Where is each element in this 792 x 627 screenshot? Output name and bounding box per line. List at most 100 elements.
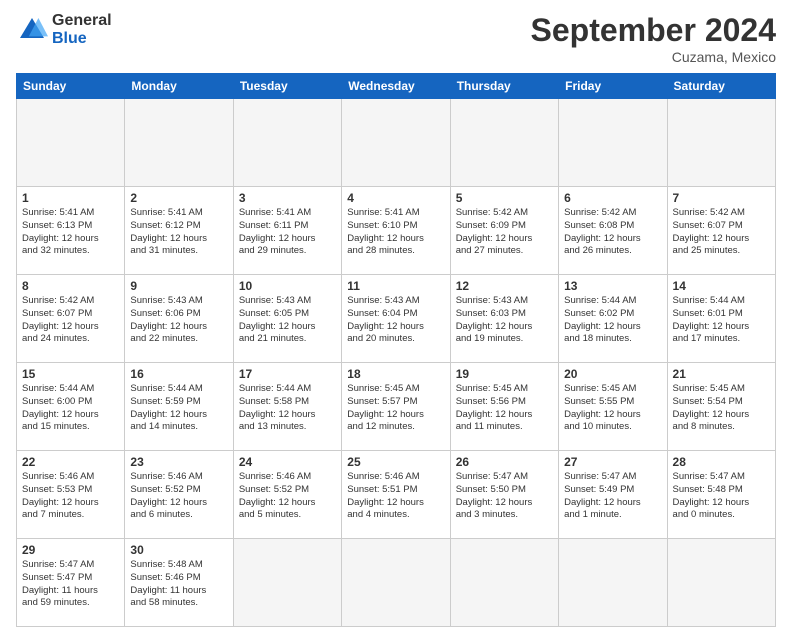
day-info-18: Sunrise: 5:45 AMSunset: 5:57 PMDaylight:… [347,383,444,434]
cell-13: 13 Sunrise: 5:44 AMSunset: 6:02 PMDaylig… [559,275,667,363]
day-num-19: 19 [456,367,553,381]
cell-17: 17 Sunrise: 5:44 AMSunset: 5:58 PMDaylig… [233,363,341,451]
cell-7: 7 Sunrise: 5:42 AMSunset: 6:07 PMDayligh… [667,187,775,275]
day-num-24: 24 [239,455,336,469]
cell-empty-last-4 [559,539,667,627]
cell-14: 14 Sunrise: 5:44 AMSunset: 6:01 PMDaylig… [667,275,775,363]
cell-11: 11 Sunrise: 5:43 AMSunset: 6:04 PMDaylig… [342,275,450,363]
col-monday: Monday [125,74,233,99]
week-5: 22 Sunrise: 5:46 AMSunset: 5:53 PMDaylig… [17,451,776,539]
day-info-7: Sunrise: 5:42 AMSunset: 6:07 PMDaylight:… [673,207,770,258]
day-info-28: Sunrise: 5:47 AMSunset: 5:48 PMDaylight:… [673,471,770,522]
cell-6: 6 Sunrise: 5:42 AMSunset: 6:08 PMDayligh… [559,187,667,275]
logo: General Blue [16,12,112,47]
cell-empty-2 [125,99,233,187]
day-info-5: Sunrise: 5:42 AMSunset: 6:09 PMDaylight:… [456,207,553,258]
day-num-6: 6 [564,191,661,205]
week-6: 29 Sunrise: 5:47 AMSunset: 5:47 PMDaylig… [17,539,776,627]
day-info-2: Sunrise: 5:41 AMSunset: 6:12 PMDaylight:… [130,207,227,258]
col-sunday: Sunday [17,74,125,99]
cell-empty-6 [559,99,667,187]
cell-8: 8 Sunrise: 5:42 AMSunset: 6:07 PMDayligh… [17,275,125,363]
week-2: 1 Sunrise: 5:41 AMSunset: 6:13 PMDayligh… [17,187,776,275]
day-num-29: 29 [22,543,119,557]
day-num-27: 27 [564,455,661,469]
cell-12: 12 Sunrise: 5:43 AMSunset: 6:03 PMDaylig… [450,275,558,363]
cell-30: 30 Sunrise: 5:48 AMSunset: 5:46 PMDaylig… [125,539,233,627]
day-info-10: Sunrise: 5:43 AMSunset: 6:05 PMDaylight:… [239,295,336,346]
cell-20: 20 Sunrise: 5:45 AMSunset: 5:55 PMDaylig… [559,363,667,451]
day-info-26: Sunrise: 5:47 AMSunset: 5:50 PMDaylight:… [456,471,553,522]
day-info-22: Sunrise: 5:46 AMSunset: 5:53 PMDaylight:… [22,471,119,522]
cell-empty-4 [342,99,450,187]
day-num-23: 23 [130,455,227,469]
header-row: Sunday Monday Tuesday Wednesday Thursday… [17,74,776,99]
day-num-17: 17 [239,367,336,381]
day-info-9: Sunrise: 5:43 AMSunset: 6:06 PMDaylight:… [130,295,227,346]
cell-15: 15 Sunrise: 5:44 AMSunset: 6:00 PMDaylig… [17,363,125,451]
day-info-29: Sunrise: 5:47 AMSunset: 5:47 PMDaylight:… [22,559,119,610]
cell-empty-last-1 [233,539,341,627]
logo-text: General Blue [52,12,112,47]
day-num-15: 15 [22,367,119,381]
day-num-7: 7 [673,191,770,205]
day-info-14: Sunrise: 5:44 AMSunset: 6:01 PMDaylight:… [673,295,770,346]
cell-empty-last-2 [342,539,450,627]
location: Cuzama, Mexico [531,49,776,65]
day-num-25: 25 [347,455,444,469]
cell-28: 28 Sunrise: 5:47 AMSunset: 5:48 PMDaylig… [667,451,775,539]
day-num-13: 13 [564,279,661,293]
cell-23: 23 Sunrise: 5:46 AMSunset: 5:52 PMDaylig… [125,451,233,539]
cell-1: 1 Sunrise: 5:41 AMSunset: 6:13 PMDayligh… [17,187,125,275]
cell-empty-1 [17,99,125,187]
cell-16: 16 Sunrise: 5:44 AMSunset: 5:59 PMDaylig… [125,363,233,451]
day-info-15: Sunrise: 5:44 AMSunset: 6:00 PMDaylight:… [22,383,119,434]
day-num-21: 21 [673,367,770,381]
col-wednesday: Wednesday [342,74,450,99]
day-num-26: 26 [456,455,553,469]
day-info-23: Sunrise: 5:46 AMSunset: 5:52 PMDaylight:… [130,471,227,522]
cell-19: 19 Sunrise: 5:45 AMSunset: 5:56 PMDaylig… [450,363,558,451]
cell-27: 27 Sunrise: 5:47 AMSunset: 5:49 PMDaylig… [559,451,667,539]
day-num-1: 1 [22,191,119,205]
cell-empty-7 [667,99,775,187]
day-num-8: 8 [22,279,119,293]
cell-29: 29 Sunrise: 5:47 AMSunset: 5:47 PMDaylig… [17,539,125,627]
day-num-2: 2 [130,191,227,205]
cell-4: 4 Sunrise: 5:41 AMSunset: 6:10 PMDayligh… [342,187,450,275]
day-info-25: Sunrise: 5:46 AMSunset: 5:51 PMDaylight:… [347,471,444,522]
day-num-4: 4 [347,191,444,205]
title-area: September 2024 Cuzama, Mexico [531,12,776,65]
day-info-3: Sunrise: 5:41 AMSunset: 6:11 PMDaylight:… [239,207,336,258]
cell-9: 9 Sunrise: 5:43 AMSunset: 6:06 PMDayligh… [125,275,233,363]
logo-general: General [52,12,112,30]
week-3: 8 Sunrise: 5:42 AMSunset: 6:07 PMDayligh… [17,275,776,363]
week-4: 15 Sunrise: 5:44 AMSunset: 6:00 PMDaylig… [17,363,776,451]
day-num-22: 22 [22,455,119,469]
day-info-24: Sunrise: 5:46 AMSunset: 5:52 PMDaylight:… [239,471,336,522]
day-info-19: Sunrise: 5:45 AMSunset: 5:56 PMDaylight:… [456,383,553,434]
day-num-30: 30 [130,543,227,557]
col-thursday: Thursday [450,74,558,99]
day-info-21: Sunrise: 5:45 AMSunset: 5:54 PMDaylight:… [673,383,770,434]
day-info-8: Sunrise: 5:42 AMSunset: 6:07 PMDaylight:… [22,295,119,346]
day-info-16: Sunrise: 5:44 AMSunset: 5:59 PMDaylight:… [130,383,227,434]
cell-5: 5 Sunrise: 5:42 AMSunset: 6:09 PMDayligh… [450,187,558,275]
cell-empty-last-5 [667,539,775,627]
day-num-10: 10 [239,279,336,293]
day-num-28: 28 [673,455,770,469]
cell-24: 24 Sunrise: 5:46 AMSunset: 5:52 PMDaylig… [233,451,341,539]
day-num-16: 16 [130,367,227,381]
day-info-17: Sunrise: 5:44 AMSunset: 5:58 PMDaylight:… [239,383,336,434]
logo-icon [16,14,48,46]
day-num-3: 3 [239,191,336,205]
cell-26: 26 Sunrise: 5:47 AMSunset: 5:50 PMDaylig… [450,451,558,539]
day-info-13: Sunrise: 5:44 AMSunset: 6:02 PMDaylight:… [564,295,661,346]
logo-blue: Blue [52,30,112,48]
col-saturday: Saturday [667,74,775,99]
cell-25: 25 Sunrise: 5:46 AMSunset: 5:51 PMDaylig… [342,451,450,539]
cell-2: 2 Sunrise: 5:41 AMSunset: 6:12 PMDayligh… [125,187,233,275]
day-num-12: 12 [456,279,553,293]
day-info-20: Sunrise: 5:45 AMSunset: 5:55 PMDaylight:… [564,383,661,434]
day-info-27: Sunrise: 5:47 AMSunset: 5:49 PMDaylight:… [564,471,661,522]
